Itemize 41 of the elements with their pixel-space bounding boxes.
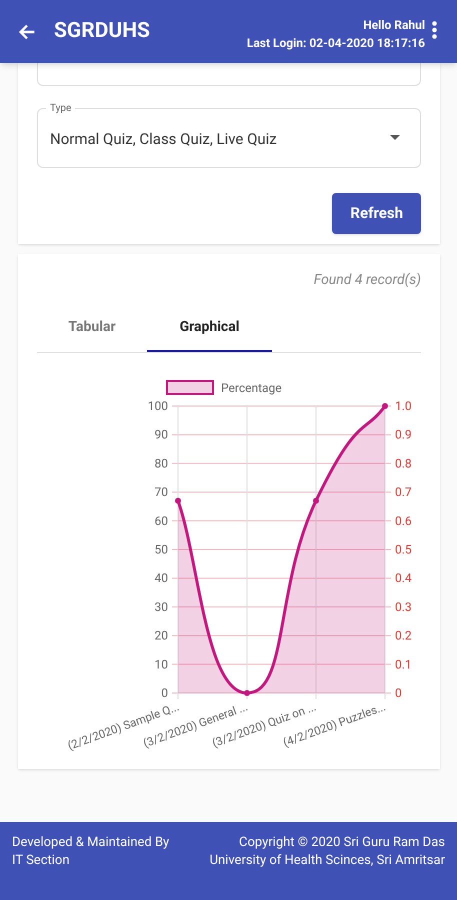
field-label: Type xyxy=(46,101,76,116)
y2-axis-label: 0.3 xyxy=(395,600,412,614)
tab[interactable]: Tabular xyxy=(37,305,147,352)
data-point xyxy=(244,690,250,696)
y-axis-label: 50 xyxy=(154,542,168,556)
footer-credit: Developed & Maintained By IT Section xyxy=(12,834,170,870)
y2-axis-label: 1.0 xyxy=(395,399,412,413)
y2-axis-label: 0.9 xyxy=(395,428,412,442)
tab[interactable]: Graphical xyxy=(147,305,272,352)
date-field[interactable] xyxy=(37,63,421,86)
y-axis-label: 80 xyxy=(154,456,168,470)
y2-axis-label: 0.4 xyxy=(395,571,412,586)
y-axis-label: 70 xyxy=(154,485,168,500)
y2-axis-label: 0.2 xyxy=(395,628,412,643)
last-login: Last Login: 02-04-2020 18:17:16 xyxy=(246,34,425,52)
y2-axis-label: 0.8 xyxy=(395,456,412,470)
y-axis-label: 100 xyxy=(148,399,168,413)
legend-swatch xyxy=(166,380,214,395)
greeting: Hello Rahul xyxy=(363,16,425,34)
y2-axis-label: 0.6 xyxy=(395,514,412,528)
y2-axis-label: 0.1 xyxy=(395,657,412,672)
record-count: Found 4 record(s) xyxy=(314,271,421,290)
footer-copyright: Copyright © 2020 Sri Guru Ram Das University of Health Scinces, Sri Amritsar xyxy=(208,834,445,870)
y-axis-label: 0 xyxy=(161,686,168,700)
refresh-button[interactable]: Refresh xyxy=(332,193,421,234)
y-axis-label: 20 xyxy=(154,628,168,643)
data-point xyxy=(175,498,181,504)
y2-axis-label: 0.5 xyxy=(395,542,412,556)
dropdown-caret-icon[interactable] xyxy=(390,135,400,141)
app-title: SGRDUHS xyxy=(54,18,150,45)
y-axis-label: 10 xyxy=(154,657,168,672)
more-options-icon[interactable] xyxy=(432,21,437,39)
y-axis-label: 90 xyxy=(154,428,168,442)
data-point xyxy=(382,403,388,409)
y-axis-label: 60 xyxy=(154,514,168,528)
y2-axis-label: 0 xyxy=(395,686,402,700)
y-axis-label: 40 xyxy=(154,571,168,586)
y2-axis-label: 0.7 xyxy=(395,485,412,500)
data-point xyxy=(313,498,319,504)
y-axis-label: 30 xyxy=(154,600,168,614)
legend-label: Percentage xyxy=(221,381,282,395)
